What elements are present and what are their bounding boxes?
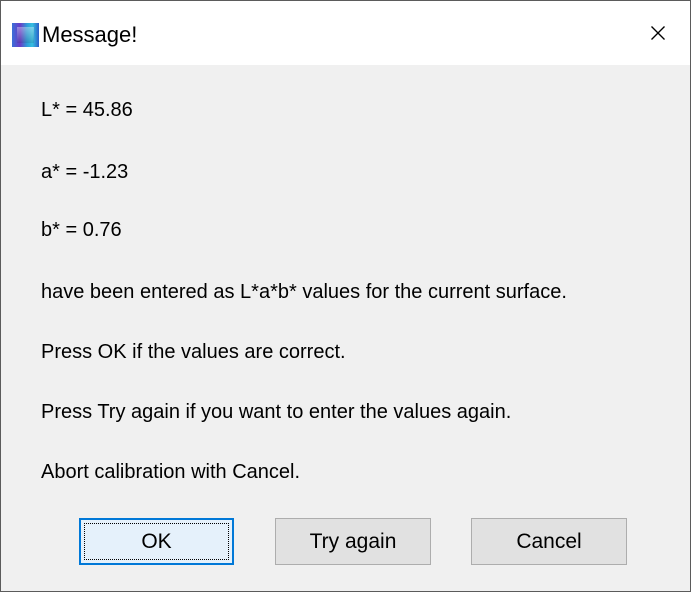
message-line-cancel-hint: Abort calibration with Cancel.	[41, 461, 301, 483]
message-line-b-value: b* = 0.76	[41, 219, 122, 241]
cancel-button-label: Cancel	[516, 529, 582, 553]
try-again-button[interactable]: Try again	[275, 518, 431, 565]
message-line-ok-hint: Press OK if the values are correct.	[41, 341, 346, 363]
close-icon	[651, 26, 665, 40]
cancel-button[interactable]: Cancel	[471, 518, 627, 565]
message-dialog: Message! L* = 45.86 a* = -1.23 b* = 0.76…	[0, 0, 691, 592]
window-title: Message!	[42, 22, 138, 47]
message-line-entered: have been entered as L*a*b* values for t…	[41, 281, 567, 303]
message-line-a-value: a* = -1.23	[41, 161, 129, 183]
try-again-button-label: Try again	[309, 529, 397, 553]
close-button[interactable]	[626, 1, 690, 65]
title-bar[interactable]: Message!	[1, 1, 690, 65]
app-icon	[12, 23, 39, 47]
ok-button-label: OK	[141, 529, 172, 553]
message-line-l-value: L* = 45.86	[41, 99, 133, 121]
ok-button[interactable]: OK	[79, 518, 234, 565]
message-line-try-again-hint: Press Try again if you want to enter the…	[41, 401, 512, 423]
